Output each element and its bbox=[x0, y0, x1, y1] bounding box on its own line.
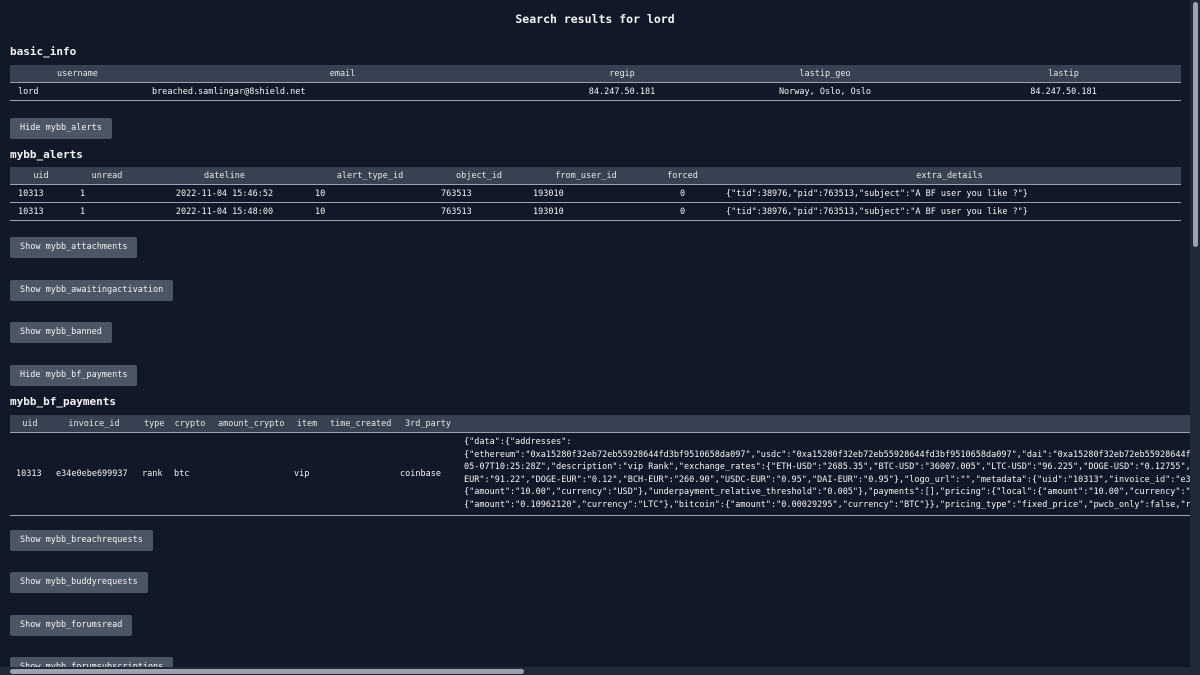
table-cell: 0 bbox=[647, 184, 718, 203]
hide-mybb-bf-payments-button[interactable]: Hide mybb_bf_payments bbox=[10, 365, 138, 386]
table-cell: breached.samlingar@8shield.net bbox=[145, 82, 540, 101]
column-header: unread bbox=[72, 167, 142, 185]
table-cell: 1 bbox=[72, 184, 142, 203]
table-cell: lord bbox=[10, 82, 145, 101]
column-header: email bbox=[145, 65, 540, 83]
table-cell: 763513 bbox=[433, 184, 525, 203]
horizontal-scroll-thumb[interactable] bbox=[10, 669, 524, 674]
table-cell: 10313 bbox=[10, 202, 72, 221]
column-header: uid bbox=[10, 415, 50, 433]
json-line: {"amount":"10.00","currency":"USD"},"und… bbox=[464, 487, 1190, 497]
column-header: time_created bbox=[324, 415, 396, 433]
column-header: alert_type_id bbox=[307, 167, 433, 185]
table-cell: Norway, Oslo, Oslo bbox=[704, 82, 946, 101]
table-cell: 763513 bbox=[433, 202, 525, 221]
column-header: 3rd_party bbox=[396, 415, 460, 433]
section-title-mybb-alerts: mybb_alerts bbox=[10, 148, 83, 161]
mybb-bf-payments-table: uid invoice_id type crypto amount_crypto… bbox=[10, 415, 1190, 516]
column-header: from_user_id bbox=[525, 167, 647, 185]
results-page: Search results for lord basic_info usern… bbox=[0, 0, 1190, 667]
table-cell: btc bbox=[168, 432, 212, 516]
section-title-mybb-bf-payments: mybb_bf_payments bbox=[10, 395, 116, 408]
basic-info-table: username email regip lastip_geo lastip l… bbox=[10, 65, 1181, 101]
section-title-basic-info: basic_info bbox=[10, 45, 77, 58]
table-cell: 10 bbox=[307, 184, 433, 203]
table-cell: 2022-11-04 15:48:00 bbox=[142, 202, 307, 221]
column-header: lastip_geo bbox=[704, 65, 946, 83]
column-header: dateline bbox=[142, 167, 307, 185]
json-line: EUR":"91.22","DOGE-EUR":"0.12","BCH-EUR"… bbox=[464, 474, 1190, 485]
table-cell bbox=[212, 432, 290, 516]
vertical-scroll-thumb[interactable] bbox=[1193, 2, 1198, 247]
column-header-extra bbox=[460, 415, 1190, 433]
show-mybb-forumsubscriptions-button[interactable]: Show mybb_forumsubscriptions bbox=[10, 657, 174, 667]
json-details-cell: {"data":{"addresses": {"ethereum":"0xa152… bbox=[460, 432, 1190, 516]
table-row: lord breached.samlingar@8shield.net 84.2… bbox=[10, 82, 1181, 101]
table-cell: rank bbox=[138, 432, 168, 516]
scrollbar-corner bbox=[1190, 667, 1200, 675]
table-cell: 84.247.50.181 bbox=[946, 82, 1181, 101]
table-cell: vip bbox=[290, 432, 324, 516]
table-cell: 193010 bbox=[525, 202, 647, 221]
column-header: extra_details bbox=[718, 167, 1181, 185]
show-mybb-buddyrequests-button[interactable]: Show mybb_buddyrequests bbox=[10, 572, 148, 593]
json-line: {"data":{"addresses": bbox=[464, 437, 572, 447]
table-cell: coinbase bbox=[396, 432, 460, 516]
table-row: 10313 e34e0ebe699937 rank btc vip coinba… bbox=[10, 432, 1190, 516]
table-cell: {"tid":38976,"pid":763513,"subject":"A B… bbox=[718, 202, 1181, 221]
column-header: item bbox=[290, 415, 324, 433]
show-mybb-awaitingactivation-button[interactable]: Show mybb_awaitingactivation bbox=[10, 280, 174, 301]
show-mybb-attachments-button[interactable]: Show mybb_attachments bbox=[10, 237, 138, 258]
table-cell bbox=[324, 432, 396, 516]
table-cell: 10 bbox=[307, 202, 433, 221]
table-cell: 1 bbox=[72, 202, 142, 221]
column-header: amount_crypto bbox=[212, 415, 290, 433]
column-header: crypto bbox=[168, 415, 212, 433]
vertical-scrollbar[interactable] bbox=[1190, 0, 1200, 667]
column-header: lastip bbox=[946, 65, 1181, 83]
table-cell: 10313 bbox=[10, 432, 50, 516]
page-title: Search results for lord bbox=[515, 12, 675, 26]
table-cell: 84.247.50.181 bbox=[540, 82, 704, 101]
hide-mybb-alerts-button[interactable]: Hide mybb_alerts bbox=[10, 118, 112, 139]
table-cell: {"tid":38976,"pid":763513,"subject":"A B… bbox=[718, 184, 1181, 203]
table-row: 10313 1 2022-11-04 15:48:00 10 763513 19… bbox=[10, 202, 1181, 221]
show-mybb-forumsread-button[interactable]: Show mybb_forumsread bbox=[10, 615, 133, 636]
table-cell: 0 bbox=[647, 202, 718, 221]
column-header: object_id bbox=[433, 167, 525, 185]
column-header: regip bbox=[540, 65, 704, 83]
horizontal-scrollbar[interactable] bbox=[0, 667, 1190, 675]
mybb-alerts-table: uid unread dateline alert_type_id object… bbox=[10, 167, 1181, 221]
column-header: type bbox=[138, 415, 168, 433]
json-line: {"ethereum":"0xa15280f32eb72eb55928644fd… bbox=[464, 449, 1190, 460]
column-header: uid bbox=[10, 167, 72, 185]
show-mybb-breachrequests-button[interactable]: Show mybb_breachrequests bbox=[10, 530, 153, 551]
column-header: forced bbox=[647, 167, 718, 185]
table-cell: 10313 bbox=[10, 184, 72, 203]
table-row: 10313 1 2022-11-04 15:46:52 10 763513 19… bbox=[10, 184, 1181, 203]
table-cell: e34e0ebe699937 bbox=[50, 432, 138, 516]
column-header: username bbox=[10, 65, 145, 83]
column-header: invoice_id bbox=[50, 415, 138, 433]
show-mybb-banned-button[interactable]: Show mybb_banned bbox=[10, 322, 112, 343]
table-cell: 2022-11-04 15:46:52 bbox=[142, 184, 307, 203]
json-line: 05-07T10:25:28Z","description":"vip Rank… bbox=[464, 462, 1190, 472]
table-cell: 193010 bbox=[525, 184, 647, 203]
json-line: {"amount":"0.10962120","currency":"LTC"}… bbox=[464, 499, 1190, 510]
